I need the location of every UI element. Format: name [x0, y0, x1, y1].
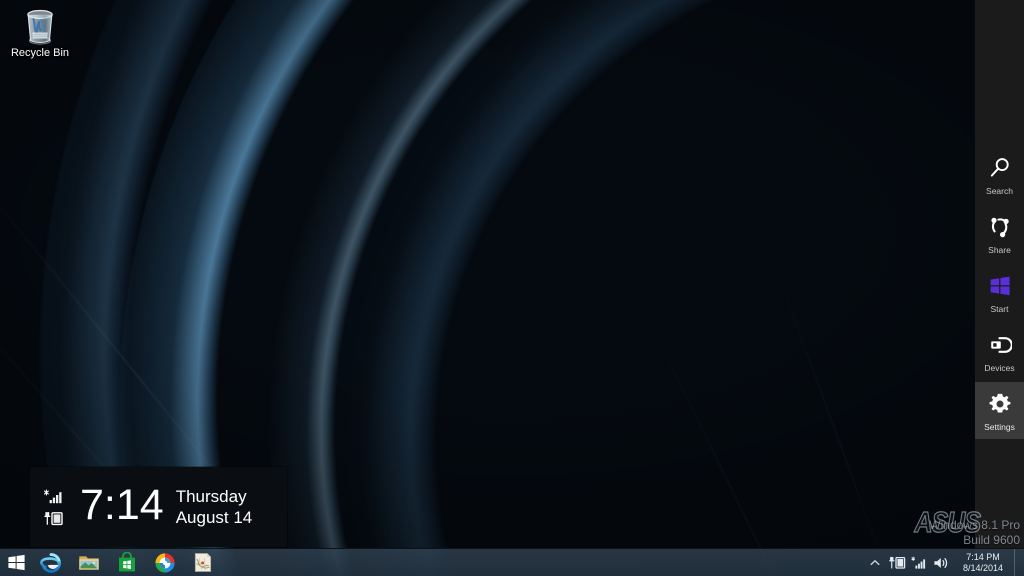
watermark-line-2: Build 9600 — [963, 533, 1020, 547]
signal-bars-icon — [44, 488, 70, 504]
taskbar-internet-explorer-button[interactable] — [32, 549, 70, 576]
charm-share[interactable]: Share — [975, 205, 1024, 262]
clock-widget-day: Thursday — [175, 487, 247, 506]
taskbar-clock[interactable]: 7:14 PM 8/14/2014 — [952, 549, 1014, 576]
charm-search[interactable]: Search — [975, 146, 1024, 203]
charm-settings-label: Settings — [984, 421, 1015, 432]
taskbar-maps-app-button[interactable] — [184, 549, 222, 576]
clock-widget: 7:14 Thursday August 14 — [30, 467, 287, 547]
charm-search-label: Search — [986, 185, 1013, 196]
file-explorer-icon — [78, 553, 100, 573]
windows-store-icon — [117, 552, 137, 573]
show-hidden-icons-button[interactable] — [864, 549, 886, 576]
system-tray: 7:14 PM 8/14/2014 — [864, 548, 1024, 576]
taskbar-clock-time: 7:14 PM — [966, 551, 1000, 562]
charm-start[interactable]: Start — [975, 264, 1024, 321]
taskbar-file-explorer-button[interactable] — [70, 549, 108, 576]
internet-explorer-icon — [40, 552, 62, 574]
windows-logo-icon — [7, 553, 26, 572]
devices-icon — [988, 330, 1012, 360]
clock-widget-date: Thursday August 14 — [176, 486, 253, 528]
recycle-bin-icon — [4, 2, 76, 46]
battery-tray-icon[interactable] — [886, 549, 908, 576]
charm-share-label: Share — [988, 244, 1011, 255]
network-tray-icon[interactable] — [908, 549, 930, 576]
settings-gear-icon — [988, 389, 1012, 419]
taskbar-clock-date: 8/14/2014 — [962, 562, 1004, 573]
start-icon — [988, 271, 1012, 301]
charms-bar[interactable]: Search Share Start Devices Settings — [975, 0, 1024, 576]
volume-tray-icon[interactable] — [930, 549, 952, 576]
map-document-icon — [193, 552, 213, 573]
taskbar[interactable]: 7:14 PM 8/14/2014 — [0, 548, 1024, 576]
clock-widget-month-day: August 14 — [175, 508, 253, 527]
charm-devices-label: Devices — [984, 362, 1015, 373]
watermark-line-1: Windows 8.1 Pro — [929, 518, 1020, 532]
taskbar-start-button[interactable] — [0, 549, 32, 576]
taskbar-media-app-button[interactable] — [146, 549, 184, 576]
search-icon — [988, 153, 1012, 183]
recycle-bin-label: Recycle Bin — [10, 47, 70, 59]
windows-activation-watermark: Windows 8.1 Pro Build 9600 — [929, 518, 1020, 548]
share-icon — [988, 212, 1012, 242]
charm-start-label: Start — [990, 303, 1009, 314]
battery-icon — [44, 511, 70, 526]
color-swirl-icon — [154, 552, 176, 574]
charm-settings[interactable]: Settings — [975, 382, 1024, 439]
clock-widget-status-icons — [44, 488, 70, 526]
desktop-icon-recycle-bin[interactable]: Recycle Bin — [4, 2, 76, 60]
show-desktop-button[interactable] — [1014, 548, 1020, 576]
clock-widget-time: 7:14 — [80, 481, 164, 529]
taskbar-store-button[interactable] — [108, 549, 146, 576]
taskbar-buttons — [0, 549, 222, 576]
charm-devices[interactable]: Devices — [975, 323, 1024, 380]
